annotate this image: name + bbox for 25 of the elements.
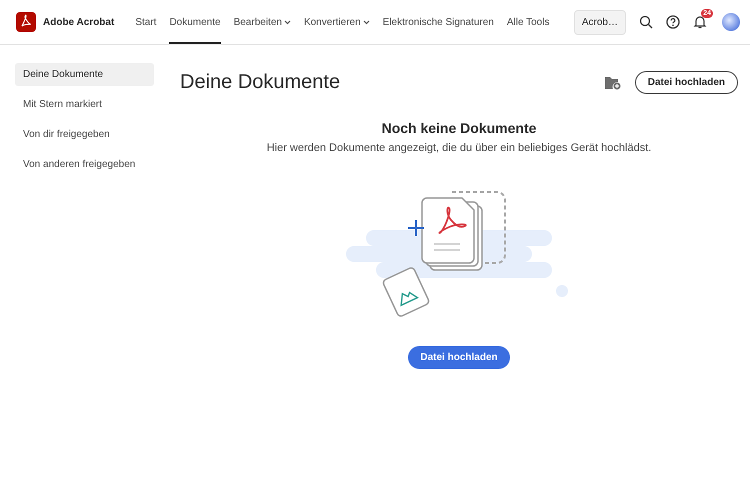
sidebar-item[interactable]: Mit Stern markiert [15, 93, 154, 116]
nav-tab[interactable]: Dokumente [169, 0, 221, 44]
search-icon[interactable] [639, 15, 653, 29]
empty-state-title: Noch keine Dokumente [382, 120, 536, 136]
avatar[interactable] [722, 13, 740, 31]
new-folder-icon[interactable] [604, 75, 621, 90]
page-title: Deine Dokumente [180, 71, 342, 94]
sidebar-item[interactable]: Deine Dokumente [15, 63, 154, 86]
empty-state-text: Hier werden Dokumente angezeigt, die du über ein beliebiges Gerät hochlädst. [266, 142, 652, 154]
nav-tab[interactable]: Konvertieren [304, 0, 370, 44]
chevron-down-icon [362, 20, 370, 24]
upload-button[interactable]: Datei hochladen [634, 71, 738, 94]
nav-tab[interactable]: Alle Tools [506, 0, 550, 44]
chevron-down-icon [284, 20, 291, 24]
help-icon[interactable] [666, 15, 680, 29]
search-field[interactable]: Acrob… [574, 10, 626, 34]
app-logo-icon [16, 12, 36, 32]
upload-primary-button[interactable]: Datei hochladen [408, 346, 510, 369]
sidebar-item[interactable]: Von anderen freigegeben [15, 153, 154, 176]
bell-icon[interactable] [693, 15, 707, 29]
app-name: Adobe Acrobat [43, 16, 114, 28]
nav-tab[interactable]: Elektronische Signaturen [382, 0, 494, 44]
nav-tab[interactable]: Bearbeiten [234, 0, 291, 44]
sidebar-item[interactable]: Von dir freigegeben [15, 123, 154, 146]
nav-tab[interactable]: Start [135, 0, 156, 44]
